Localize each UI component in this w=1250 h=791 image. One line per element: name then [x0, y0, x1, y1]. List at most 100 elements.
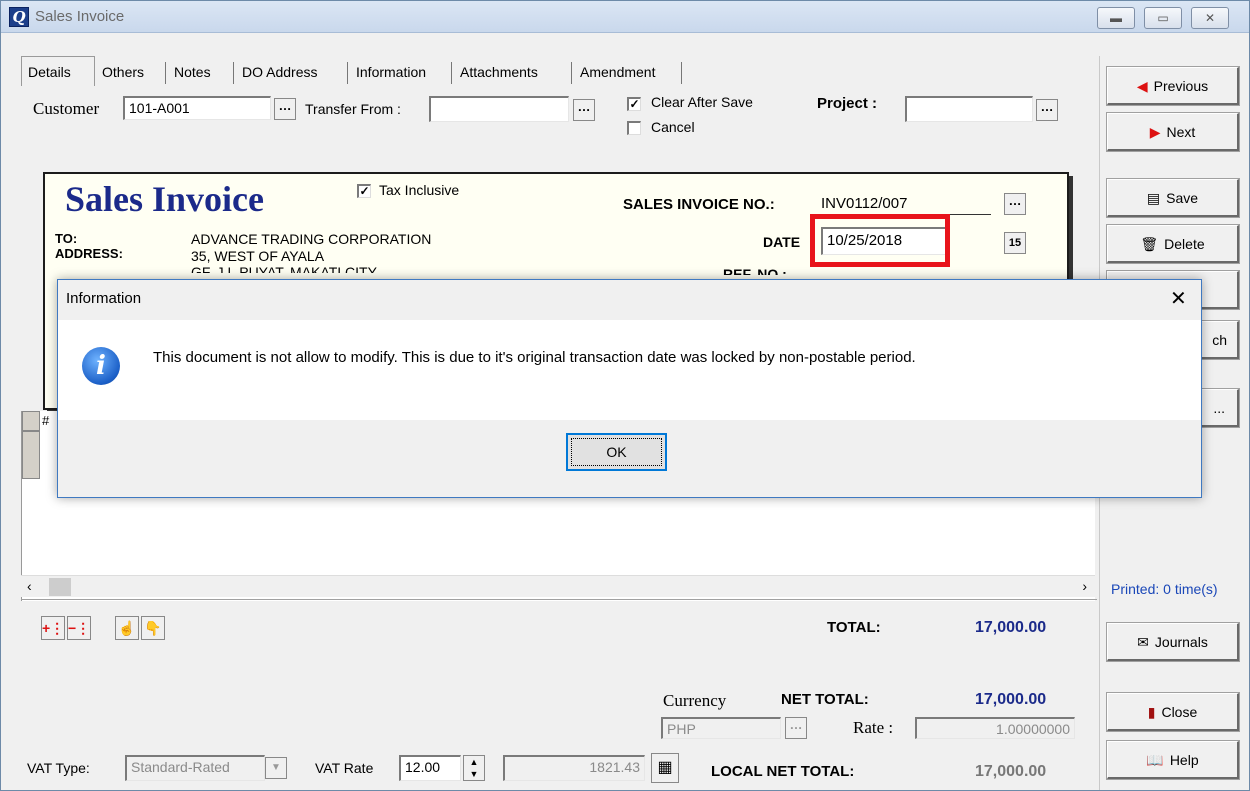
invoice-no-value[interactable]: INV0112/007: [821, 195, 907, 212]
help-button[interactable]: 📖 Help: [1106, 740, 1240, 780]
scroll-left-icon[interactable]: ‹: [27, 578, 32, 594]
vat-type-label: VAT Type:: [27, 760, 90, 776]
door-icon: ▮: [1147, 704, 1156, 720]
tax-inclusive-label: Tax Inclusive: [379, 182, 460, 198]
net-total-label: NET TOTAL:: [781, 691, 869, 708]
move-up-icon[interactable]: ☝: [115, 616, 139, 640]
horizontal-scrollbar[interactable]: ‹ ›: [21, 575, 1095, 597]
tab-details[interactable]: Details: [25, 59, 74, 85]
total-label: TOTAL:: [827, 619, 881, 636]
previous-button[interactable]: ◀ Previous: [1106, 66, 1240, 106]
chevron-down-icon[interactable]: ▼: [265, 757, 287, 779]
focus-ring: [571, 438, 662, 466]
clear-after-save-label: Clear After Save: [651, 94, 753, 110]
total-value: 17,000.00: [975, 619, 1047, 636]
divider: [21, 599, 1097, 600]
currency-input[interactable]: PHP: [661, 717, 781, 739]
tab-notes[interactable]: Notes: [171, 59, 214, 85]
customer-label: Customer: [33, 99, 100, 118]
to-label: TO:: [55, 231, 78, 246]
move-down-icon[interactable]: 👇: [141, 616, 165, 640]
to-value: ADVANCE TRADING CORPORATION: [191, 231, 432, 247]
delete-row-icon[interactable]: −⋮: [67, 616, 91, 640]
date-highlight-box: [810, 214, 950, 267]
address-label: ADDRESS:: [55, 246, 123, 261]
vat-type-select[interactable]: Standard-Rated: [125, 755, 265, 781]
customer-input[interactable]: 101-A001: [123, 96, 271, 120]
grid-corner: [22, 411, 40, 431]
window-title: Sales Invoice: [35, 8, 125, 25]
cancel-label: Cancel: [651, 119, 695, 135]
calculator-icon[interactable]: ▦: [651, 753, 679, 783]
tab-separator: [165, 62, 166, 84]
restore-button[interactable]: ▭: [1144, 7, 1182, 29]
trash-icon: 🗑: [1140, 236, 1159, 252]
address-line2: GF, J.L.PUYAT, MAKATI CITY: [191, 264, 377, 273]
project-input[interactable]: [905, 96, 1033, 122]
arrow-left-icon: ◀: [1136, 78, 1148, 94]
tab-do-address[interactable]: DO Address: [239, 59, 320, 85]
tab-separator: [233, 62, 234, 84]
project-label: Project :: [817, 95, 878, 112]
vat-rate-spinner[interactable]: ▲ ▼: [463, 755, 485, 781]
info-icon: i: [82, 347, 120, 385]
cancel-checkbox[interactable]: [627, 121, 641, 135]
tax-inclusive-checkbox[interactable]: ✓: [357, 184, 371, 198]
currency-label: Currency: [663, 691, 727, 710]
local-net-total-label: LOCAL NET TOTAL:: [711, 763, 855, 780]
rate-input[interactable]: 1.00000000: [915, 717, 1075, 739]
tab-information[interactable]: Information: [353, 59, 429, 85]
net-total-value: 17,000.00: [975, 691, 1047, 708]
rate-label: Rate :: [853, 718, 894, 737]
journals-icon: ✉: [1137, 634, 1149, 650]
vat-amount-field: 1821.43: [503, 755, 645, 781]
close-button[interactable]: ▮ Close: [1106, 692, 1240, 732]
printed-count: Printed: 0 time(s): [1111, 581, 1218, 597]
tab-others[interactable]: Others: [99, 59, 147, 85]
vat-rate-input[interactable]: 12.00: [399, 755, 461, 781]
help-book-icon: 📖: [1146, 752, 1164, 768]
address-line1: 35, WEST OF AYALA: [191, 248, 325, 264]
grid-header-number: #: [42, 413, 50, 428]
dialog-title: Information: [66, 290, 142, 307]
ok-button[interactable]: OK: [566, 433, 667, 471]
tab-separator: [571, 62, 572, 84]
clear-after-save-checkbox[interactable]: ✓: [627, 97, 641, 111]
save-button[interactable]: ▤ Save: [1106, 178, 1240, 218]
delete-button[interactable]: 🗑 Delete: [1106, 224, 1240, 264]
project-lookup-button[interactable]: …: [1036, 99, 1058, 121]
date-label: DATE: [763, 234, 801, 250]
journals-button[interactable]: ✉ Journals: [1106, 622, 1240, 662]
scroll-thumb[interactable]: [49, 578, 71, 596]
document-title: Sales Invoice: [65, 179, 265, 219]
grid-row-header: [22, 431, 40, 479]
dialog-message: This document is not allow to modify. Th…: [153, 349, 916, 366]
invoice-no-label: SALES INVOICE NO.:: [623, 196, 775, 213]
close-window-button[interactable]: ✕: [1191, 7, 1229, 29]
insert-row-icon[interactable]: +⋮: [41, 616, 65, 640]
vat-rate-label: VAT Rate: [315, 760, 374, 776]
transfer-from-input[interactable]: [429, 96, 569, 122]
local-net-total-value: 17,000.00: [975, 763, 1047, 780]
tab-amendment[interactable]: Amendment: [577, 59, 658, 85]
dialog-close-icon[interactable]: ✕: [1170, 286, 1187, 311]
next-button[interactable]: ▶ Next: [1106, 112, 1240, 152]
dialog-body: [58, 320, 1201, 420]
title-bar: Q Sales Invoice ▬ ▭ ✕: [1, 1, 1249, 33]
tab-separator: [347, 62, 348, 84]
currency-lookup-button[interactable]: …: [785, 717, 807, 739]
customer-lookup-button[interactable]: …: [274, 98, 296, 120]
tab-attachments[interactable]: Attachments: [457, 59, 541, 85]
transfer-lookup-button[interactable]: …: [573, 99, 595, 121]
tab-separator: [451, 62, 452, 84]
invoice-no-lookup-button[interactable]: …: [1004, 193, 1026, 215]
minimize-button[interactable]: ▬: [1097, 7, 1135, 29]
transfer-from-label: Transfer From :: [305, 101, 401, 117]
sales-invoice-window: Q Sales Invoice ▬ ▭ ✕ Details Others Not…: [0, 0, 1250, 791]
app-icon: Q: [9, 7, 29, 27]
tab-separator: [681, 62, 682, 84]
ref-no-label: REF. NO.:: [723, 266, 787, 275]
scroll-right-icon[interactable]: ›: [1082, 578, 1087, 594]
save-icon: ▤: [1146, 190, 1161, 206]
calendar-icon[interactable]: 15: [1004, 232, 1026, 254]
